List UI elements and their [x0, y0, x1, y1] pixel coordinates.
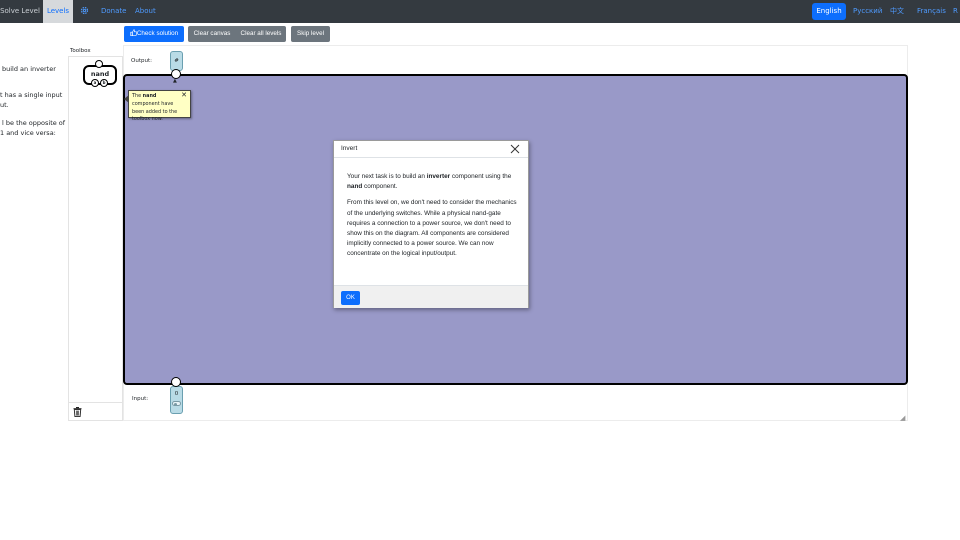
- nav-about[interactable]: About: [135, 0, 156, 23]
- top-navbar: Solve Level Levels Donate About English …: [0, 0, 960, 23]
- output-node[interactable]: #: [170, 51, 183, 71]
- nand-component-label: nand: [90, 70, 110, 78]
- check-solution-button[interactable]: Check solution: [124, 26, 184, 42]
- input-node[interactable]: 0: [170, 386, 183, 414]
- instruction-text: t has a single input: [0, 91, 63, 99]
- nand-output-pin[interactable]: [95, 60, 103, 68]
- clear-all-levels-button[interactable]: Clear all levels: [236, 26, 286, 42]
- lang-russian[interactable]: Русский: [853, 0, 882, 23]
- modal-body: Your next task is to build an inverter c…: [347, 172, 519, 266]
- lang-chinese[interactable]: 中文: [890, 0, 904, 23]
- modal-paragraph-task: Your next task is to build an inverter c…: [347, 173, 512, 191]
- tooltip-pointer: [124, 95, 129, 103]
- modal-title: Invert: [341, 145, 358, 152]
- close-icon[interactable]: [510, 142, 520, 158]
- toolbox-panel: [68, 56, 123, 421]
- lang-french[interactable]: Français: [917, 0, 946, 23]
- toolbox-tooltip: ✕ The nand component have been added to …: [124, 90, 191, 122]
- tooltip-text: The nand component have been added to th…: [132, 93, 178, 123]
- modal-header: Invert: [334, 141, 528, 158]
- resize-grip-icon[interactable]: ◢: [900, 414, 905, 422]
- clear-canvas-button[interactable]: Clear canvas: [188, 26, 236, 42]
- check-solution-label: Check solution: [136, 30, 179, 37]
- nav-donate[interactable]: Donate: [101, 0, 126, 23]
- nav-solve-level[interactable]: Solve Level: [0, 0, 40, 23]
- skip-level-button[interactable]: Skip level: [291, 26, 330, 42]
- input-node-name: 0: [174, 391, 179, 397]
- input-pin[interactable]: [171, 377, 181, 387]
- ok-button[interactable]: OK: [341, 291, 360, 305]
- level-intro-modal: Invert Your next task is to build an inv…: [333, 140, 529, 308]
- lang-english[interactable]: English: [812, 3, 846, 20]
- input-toggle-switch[interactable]: [172, 401, 181, 406]
- instruction-text: 1 and vice versa:: [0, 129, 56, 137]
- gear-icon[interactable]: [77, 0, 91, 23]
- trash-icon[interactable]: [73, 407, 82, 417]
- level-instructions: build an inverter t has a single input u…: [0, 60, 66, 140]
- input-label: Input:: [132, 396, 149, 402]
- instruction-text: l be the opposite of: [2, 119, 66, 127]
- trash-area[interactable]: [68, 402, 123, 421]
- output-node-name: #: [174, 58, 179, 64]
- nand-input-pin-a[interactable]: a: [91, 79, 99, 87]
- nand-input-pin-b[interactable]: b: [100, 79, 108, 87]
- instruction-text: ut.: [0, 101, 9, 109]
- output-label: Output:: [131, 58, 152, 64]
- tooltip-close-icon[interactable]: ✕: [181, 92, 187, 99]
- thumbs-up-icon: [130, 29, 137, 36]
- nav-levels[interactable]: Levels: [43, 0, 73, 23]
- modal-footer: OK: [334, 285, 528, 308]
- instruction-text: build an inverter: [2, 65, 56, 73]
- toolbox-label: Toolbox: [70, 48, 91, 54]
- arrow-down-icon: ▲: [173, 78, 177, 84]
- lang-more[interactable]: R: [953, 0, 958, 23]
- modal-paragraph-explanation: From this level on, we don't need to con…: [347, 199, 517, 258]
